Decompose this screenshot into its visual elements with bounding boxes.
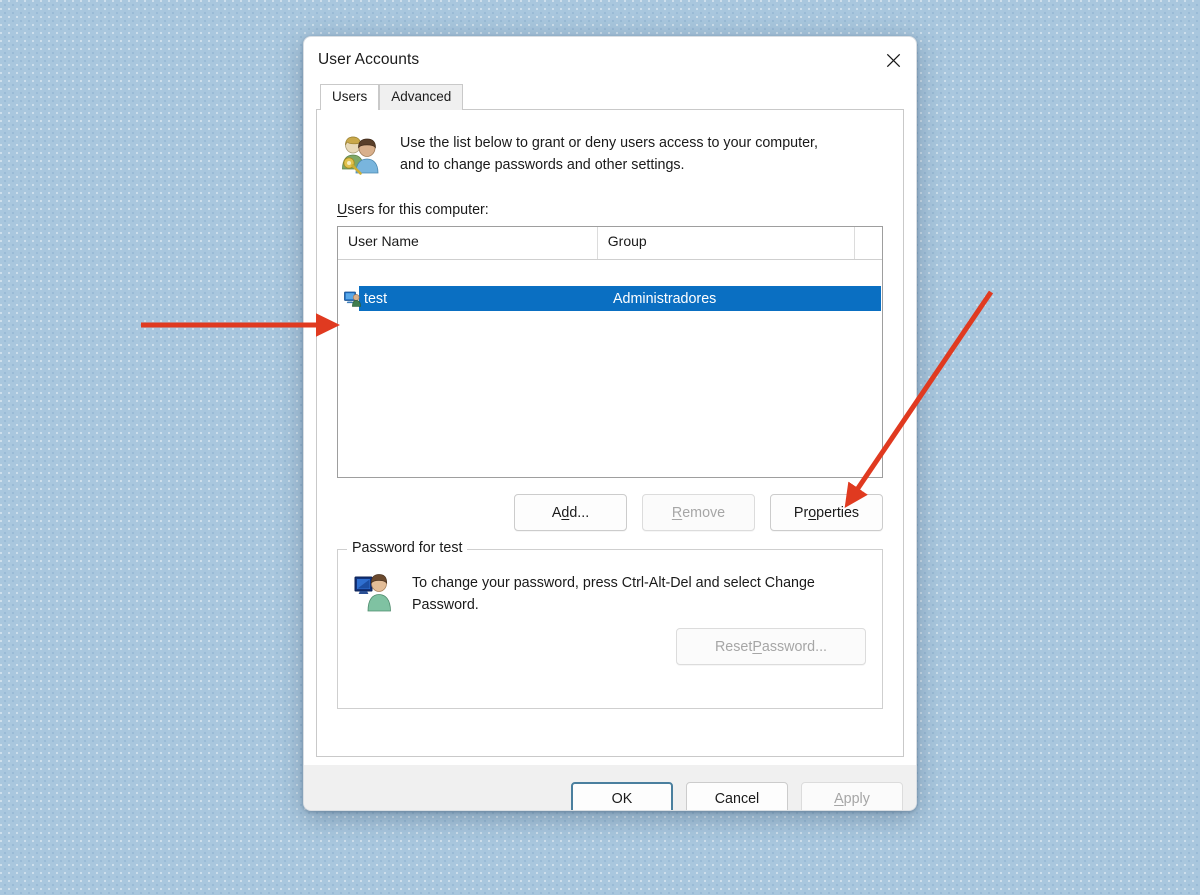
apply-button-post: pply (843, 790, 870, 807)
column-header-group[interactable]: Group (598, 227, 855, 259)
users-listview[interactable]: User Name Group test Administradores (337, 226, 883, 478)
users-key-icon (337, 134, 383, 178)
cell-group: Administradores (613, 290, 717, 307)
users-list-label: Users for this computer: (337, 202, 883, 218)
password-instruction-text: To change your password, press Ctrl-Alt-… (412, 575, 815, 613)
reset-password-pre: Reset (714, 638, 753, 655)
tab-page-users: Use the list below to grant or deny user… (316, 109, 904, 757)
remove-button-post: emove (682, 504, 726, 521)
remove-button-accel: R (671, 504, 683, 521)
listview-rows: test Administradores (338, 286, 882, 311)
reset-password-post: assword... (761, 638, 828, 655)
page-title: User Accounts (318, 51, 420, 68)
user-computer-icon (344, 290, 361, 307)
ok-button-pre: OK (611, 790, 633, 807)
cancel-button[interactable]: Cancel (686, 781, 788, 810)
listview-header: User Name Group (338, 227, 882, 260)
users-list-label-rest: sers for this computer: (347, 202, 489, 218)
tab-advanced[interactable]: Advanced (379, 84, 464, 110)
password-groupbox-legend: Password for test (347, 540, 468, 556)
tab-strip: Users Advanced (316, 83, 904, 110)
properties-button-pre: Pr (793, 504, 809, 521)
reset-password-button[interactable]: Reset Password... (676, 628, 866, 665)
apply-button[interactable]: Apply (801, 781, 903, 810)
reset-password-accel: P (752, 638, 762, 655)
remove-button[interactable]: Remove (642, 494, 755, 531)
properties-button-accel: o (808, 504, 817, 521)
add-button-accel: d (561, 504, 570, 521)
users-list-label-accel: U (337, 202, 348, 218)
apply-button-accel: A (834, 790, 844, 807)
ok-button[interactable]: OK (571, 781, 673, 810)
properties-button-post: perties (816, 504, 860, 521)
password-actions: Reset Password... (354, 628, 866, 665)
add-button-pre: A (551, 504, 562, 521)
cancel-button-pre: Cancel (714, 790, 760, 807)
password-groupbox-content: To change your password, press Ctrl-Alt-… (354, 550, 866, 616)
intro-block: Use the list below to grant or deny user… (337, 132, 883, 178)
intro-text: Use the list below to grant or deny user… (400, 135, 818, 173)
dialog-footer: OK Cancel Apply (304, 765, 916, 810)
column-header-user-name[interactable]: User Name (338, 227, 598, 259)
add-button[interactable]: Ad d... (514, 494, 627, 531)
password-groupbox: Password for test To change your passwor… (337, 540, 883, 709)
cell-user-name: test (364, 290, 388, 307)
column-header-extra[interactable] (855, 227, 882, 259)
user-monitor-icon (354, 572, 394, 612)
close-icon[interactable] (870, 37, 916, 83)
dialog-body: Users Advanced Use the list below to gra… (304, 83, 916, 765)
dialog-titlebar: User Accounts (304, 37, 916, 83)
table-row[interactable]: test Administradores (338, 286, 882, 311)
list-action-buttons: Ad d... Remove Pr o perties (337, 494, 883, 531)
user-accounts-dialog: User Accounts Users Advanced Use the lis… (303, 36, 917, 811)
properties-button[interactable]: Pr o perties (770, 494, 883, 531)
add-button-post: d... (569, 504, 590, 521)
tab-users[interactable]: Users (320, 84, 380, 110)
